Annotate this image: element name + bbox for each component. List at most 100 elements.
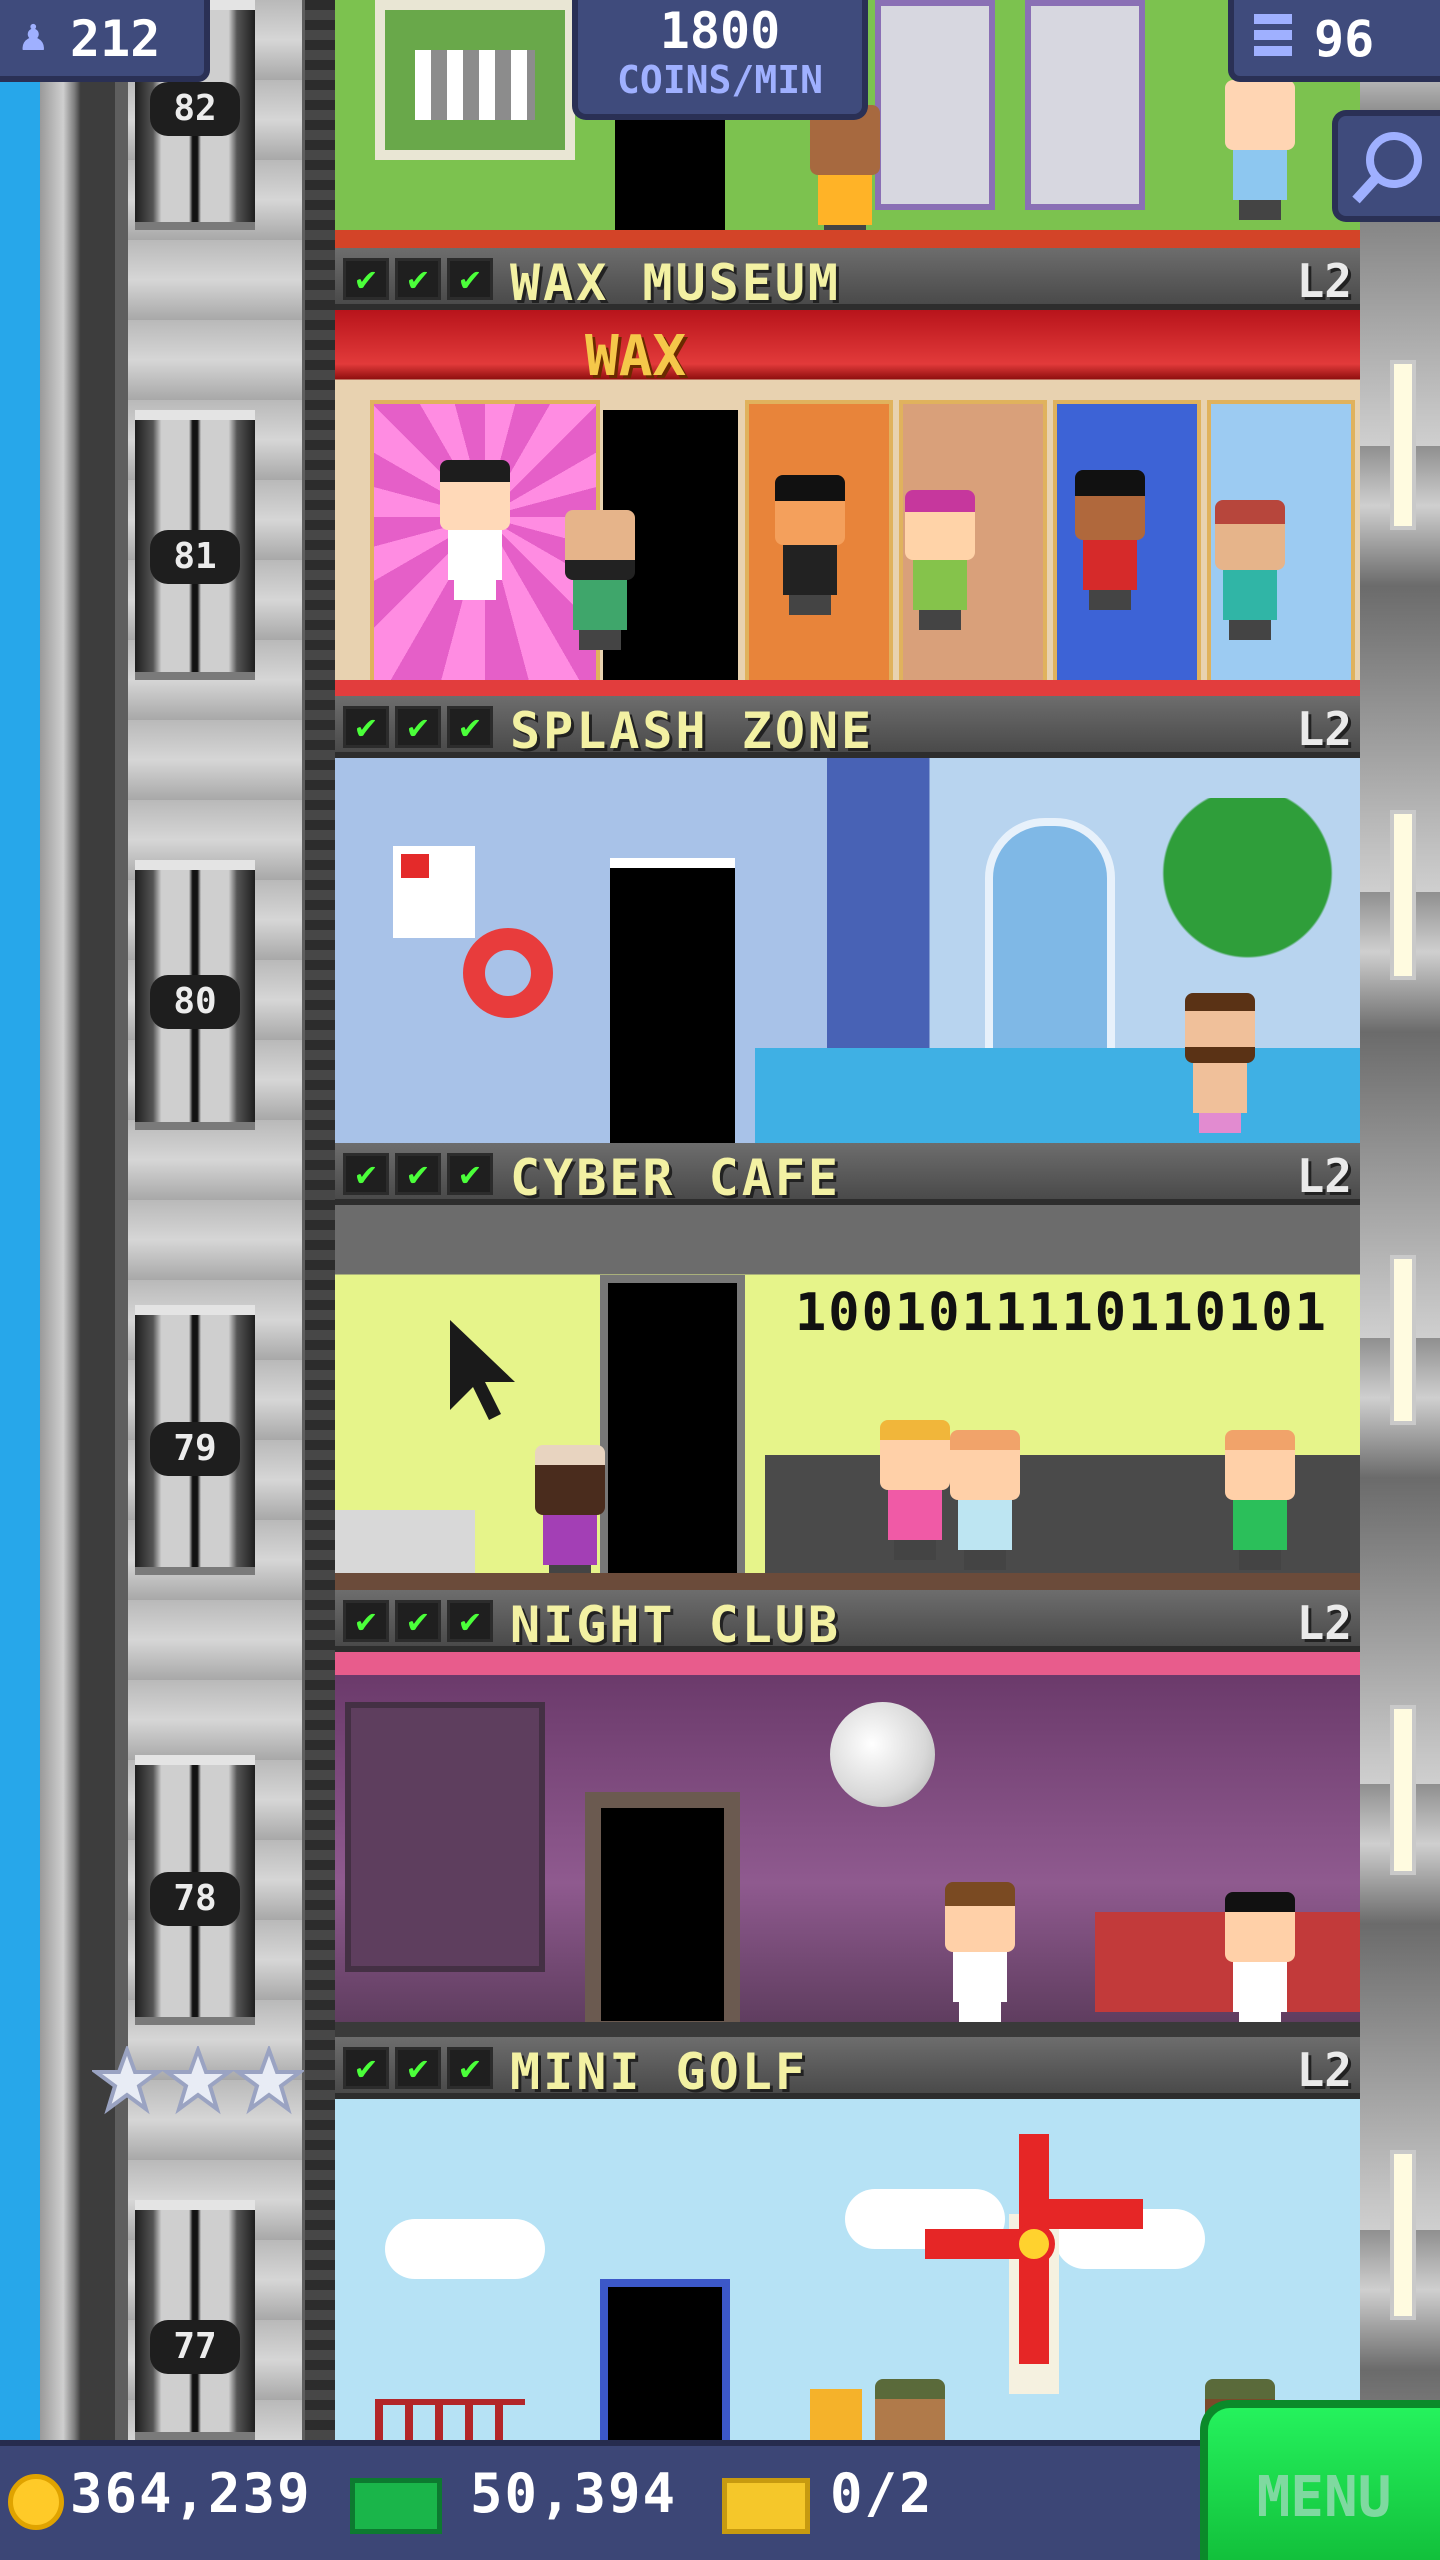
shaft-divider bbox=[305, 0, 335, 2440]
person[interactable] bbox=[895, 490, 985, 630]
floor-number: 81 bbox=[150, 530, 240, 584]
checkmark-icon: ✔ bbox=[395, 2047, 441, 2089]
upgrade-checks: ✔ ✔ ✔ bbox=[343, 706, 493, 748]
floor-level: L2 bbox=[1296, 254, 1352, 308]
person[interactable] bbox=[1215, 1430, 1305, 1570]
floor-name: MINI GOLF bbox=[510, 2043, 808, 2101]
notice-board bbox=[393, 846, 475, 938]
menu-button[interactable]: MENU bbox=[1200, 2400, 1440, 2560]
person[interactable] bbox=[935, 1882, 1025, 2022]
floor-number: 77 bbox=[150, 2320, 240, 2374]
life-ring-icon bbox=[463, 928, 553, 1018]
wall-light bbox=[1390, 1705, 1416, 1875]
floor-header: ✔ ✔ ✔ SPLASH ZONE L2 bbox=[335, 696, 1360, 760]
wall-light bbox=[1390, 810, 1416, 980]
bar-shelf bbox=[345, 1702, 545, 1972]
person[interactable] bbox=[865, 2379, 955, 2440]
checkmark-icon: ✔ bbox=[447, 706, 493, 748]
ticket-icon bbox=[722, 2478, 810, 2534]
floors-count: 96 bbox=[1314, 10, 1375, 68]
checkmark-icon: ✔ bbox=[447, 1153, 493, 1195]
person-icon: ♟ bbox=[20, 10, 47, 61]
wall-light bbox=[1390, 1255, 1416, 1425]
person[interactable] bbox=[555, 510, 645, 650]
checkmark-icon: ✔ bbox=[447, 2047, 493, 2089]
floor-name: SPLASH ZONE bbox=[510, 702, 875, 760]
door bbox=[600, 1275, 745, 1590]
person[interactable] bbox=[940, 1430, 1030, 1570]
floor-name: NIGHT CLUB bbox=[510, 1596, 842, 1654]
slot-machine bbox=[875, 0, 995, 210]
floor-number: 82 bbox=[150, 82, 240, 136]
floor-level: L2 bbox=[1296, 1149, 1352, 1203]
floor-header: ✔ ✔ ✔ NIGHT CLUB L2 bbox=[335, 1590, 1360, 1654]
checkmark-icon: ✔ bbox=[343, 1153, 389, 1195]
search-button[interactable] bbox=[1332, 110, 1440, 222]
floor-mini-golf[interactable]: ✔ ✔ ✔ MINI GOLF L2 bbox=[335, 2037, 1360, 2440]
hole-number-icon bbox=[810, 2389, 862, 2440]
door bbox=[600, 2279, 730, 2440]
disco-ball-icon bbox=[830, 1702, 935, 1807]
checkmark-icon: ✔ bbox=[343, 258, 389, 300]
floor-level: L2 bbox=[1296, 1596, 1352, 1650]
checkmark-icon: ✔ bbox=[395, 1600, 441, 1642]
coins-per-min-value: 1800 bbox=[659, 2, 781, 60]
checkmark-icon: ✔ bbox=[447, 1600, 493, 1642]
upgrade-checks: ✔ ✔ ✔ bbox=[343, 2047, 493, 2089]
person[interactable] bbox=[1205, 500, 1295, 640]
binary-sign: 1001011110110101 bbox=[795, 1283, 1328, 1343]
floor-wax-museum[interactable]: ✔ ✔ ✔ WAX MUSEUM L2 WAX bbox=[335, 248, 1360, 696]
checkmark-icon: ✔ bbox=[395, 1153, 441, 1195]
coin-icon bbox=[8, 2474, 64, 2530]
person[interactable] bbox=[800, 105, 890, 245]
person[interactable] bbox=[525, 1445, 615, 1585]
floor-cyber-cafe[interactable]: ✔ ✔ ✔ CYBER CAFE L2 1001011110110101 bbox=[335, 1143, 1360, 1590]
person[interactable] bbox=[1175, 993, 1265, 1133]
pool bbox=[755, 1048, 1360, 1143]
building-icon bbox=[1254, 14, 1292, 62]
game-screen: 82 81 80 79 78 77 ✔ ✔ ✔ WAX MUSEUM L2 WA… bbox=[0, 0, 1440, 2560]
floor-number: 79 bbox=[150, 1422, 240, 1476]
star-rating bbox=[92, 2046, 304, 2115]
cursor-icon bbox=[450, 1320, 515, 1420]
window bbox=[985, 818, 1115, 1078]
wax-figure bbox=[765, 475, 855, 615]
floor-name: WAX MUSEUM bbox=[510, 254, 842, 312]
floor-level: L2 bbox=[1296, 2043, 1352, 2097]
coins-per-min-label: COINS/MIN bbox=[617, 58, 823, 102]
population-panel[interactable]: ♟ 212 bbox=[0, 0, 210, 82]
bux-count: 50,394 bbox=[470, 2462, 678, 2525]
upgrade-checks: ✔ ✔ ✔ bbox=[343, 1153, 493, 1195]
checkmark-icon: ✔ bbox=[395, 706, 441, 748]
floor-night-club[interactable]: ✔ ✔ ✔ NIGHT CLUB L2 bbox=[335, 1590, 1360, 2037]
cloud bbox=[385, 2219, 545, 2279]
checkmark-icon: ✔ bbox=[447, 258, 493, 300]
upgrade-checks: ✔ ✔ ✔ bbox=[343, 1600, 493, 1642]
wall-light bbox=[1390, 2150, 1416, 2320]
checkmark-icon: ✔ bbox=[343, 2047, 389, 2089]
coins-count: 364,239 bbox=[70, 2462, 312, 2525]
checkmark-icon: ✔ bbox=[395, 258, 441, 300]
floor-header: ✔ ✔ ✔ MINI GOLF L2 bbox=[335, 2037, 1360, 2101]
rope-barrier bbox=[375, 2399, 525, 2440]
floor-number: 80 bbox=[150, 975, 240, 1029]
door bbox=[610, 858, 735, 1143]
floor-level: L2 bbox=[1296, 702, 1352, 756]
checkmark-icon: ✔ bbox=[343, 706, 389, 748]
person[interactable] bbox=[1215, 80, 1305, 220]
windmill-icon bbox=[925, 2134, 1143, 2394]
floor-number: 78 bbox=[150, 1872, 240, 1926]
bux-bill-icon bbox=[350, 2478, 442, 2534]
building-wall bbox=[1360, 0, 1440, 2440]
wax-figure bbox=[430, 460, 520, 600]
wax-sign: WAX bbox=[585, 324, 687, 389]
checkmark-icon: ✔ bbox=[343, 1600, 389, 1642]
floor-splash-zone[interactable]: ✔ ✔ ✔ SPLASH ZONE L2 bbox=[335, 696, 1360, 1143]
person[interactable] bbox=[1215, 1892, 1305, 2032]
coins-per-min-panel[interactable]: 1800 COINS/MIN bbox=[572, 0, 868, 120]
upgrade-checks: ✔ ✔ ✔ bbox=[343, 258, 493, 300]
floors-count-panel[interactable]: 96 bbox=[1228, 0, 1440, 82]
floor-header: ✔ ✔ ✔ WAX MUSEUM L2 bbox=[335, 248, 1360, 312]
slot-machine bbox=[1025, 0, 1145, 210]
wall-light bbox=[1390, 360, 1416, 530]
